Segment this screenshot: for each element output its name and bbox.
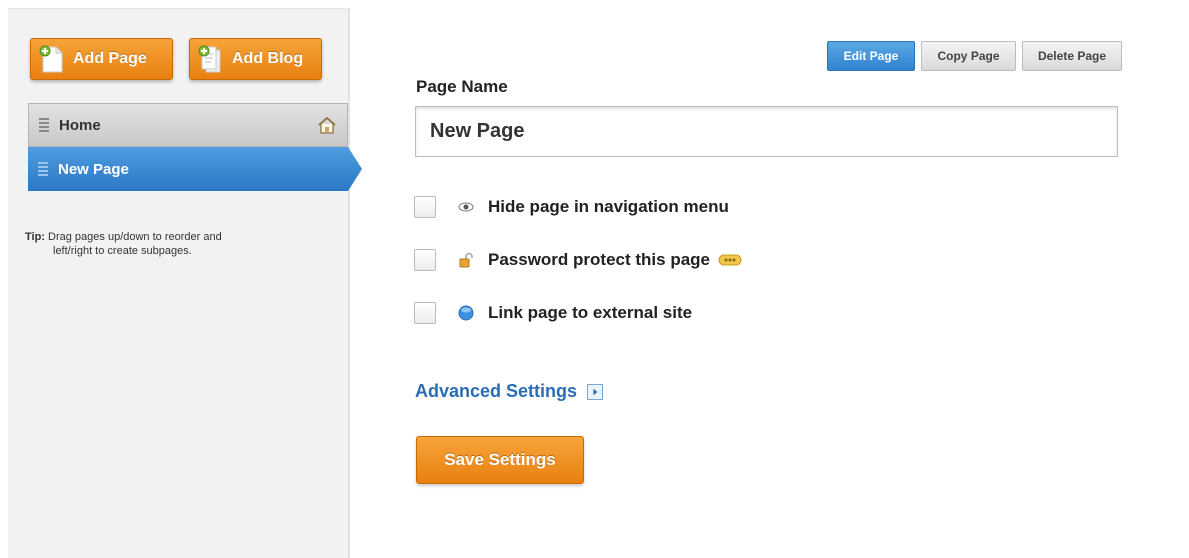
tip-body: Drag pages up/down to reorder and [48, 231, 222, 243]
page-name-input[interactable] [415, 106, 1118, 157]
nav-item-home[interactable]: Home [28, 103, 348, 147]
edit-page-button[interactable]: Edit Page [827, 41, 915, 71]
add-blog-label: Add Blog [232, 50, 304, 67]
option-link-external: Link page to external site [414, 302, 692, 324]
password-protect-checkbox[interactable] [414, 249, 436, 271]
eye-icon [458, 202, 474, 212]
drag-handle-icon[interactable] [38, 162, 48, 176]
save-settings-button[interactable]: Save Settings [416, 436, 584, 484]
option-password-protect: Password protect this page [414, 249, 744, 271]
link-external-checkbox[interactable] [414, 302, 436, 324]
page-actions: Edit Page Copy Page Delete Page [827, 41, 1122, 71]
option-hide-in-nav: Hide page in navigation menu [414, 196, 729, 218]
sidebar: Add Page Add Blog Home New Page Tip: Dra… [8, 8, 362, 558]
hide-in-nav-checkbox[interactable] [414, 196, 436, 218]
password-protect-label: Password protect this page [488, 250, 710, 269]
tip-body-2: left/right to create subpages. [53, 245, 192, 257]
add-page-button[interactable]: Add Page [30, 38, 173, 80]
drag-handle-icon[interactable] [39, 118, 49, 132]
page-name-label: Page Name [416, 77, 508, 96]
hint-icon[interactable] [718, 253, 744, 267]
hide-in-nav-label: Hide page in navigation menu [488, 197, 729, 216]
nav-item-label: Home [59, 116, 101, 134]
advanced-settings-label: Advanced Settings [415, 381, 578, 401]
link-external-label: Link page to external site [488, 303, 693, 322]
delete-page-button[interactable]: Delete Page [1022, 41, 1122, 71]
tip-text: Tip: Drag pages up/down to reorder and l… [25, 230, 285, 258]
page-icon [39, 45, 63, 73]
home-icon [318, 116, 336, 134]
blog-icon [198, 45, 221, 73]
nav-item-label: New Page [58, 160, 129, 178]
globe-icon [458, 305, 474, 321]
add-blog-button[interactable]: Add Blog [189, 38, 322, 80]
advanced-settings-link[interactable]: Advanced Settings [415, 381, 604, 402]
copy-page-button[interactable]: Copy Page [921, 41, 1016, 71]
add-page-label: Add Page [73, 50, 147, 67]
lock-icon [459, 252, 473, 268]
tip-label: Tip: [25, 231, 45, 243]
expand-icon [587, 383, 604, 400]
nav-item-new-page[interactable]: New Page [28, 147, 362, 191]
